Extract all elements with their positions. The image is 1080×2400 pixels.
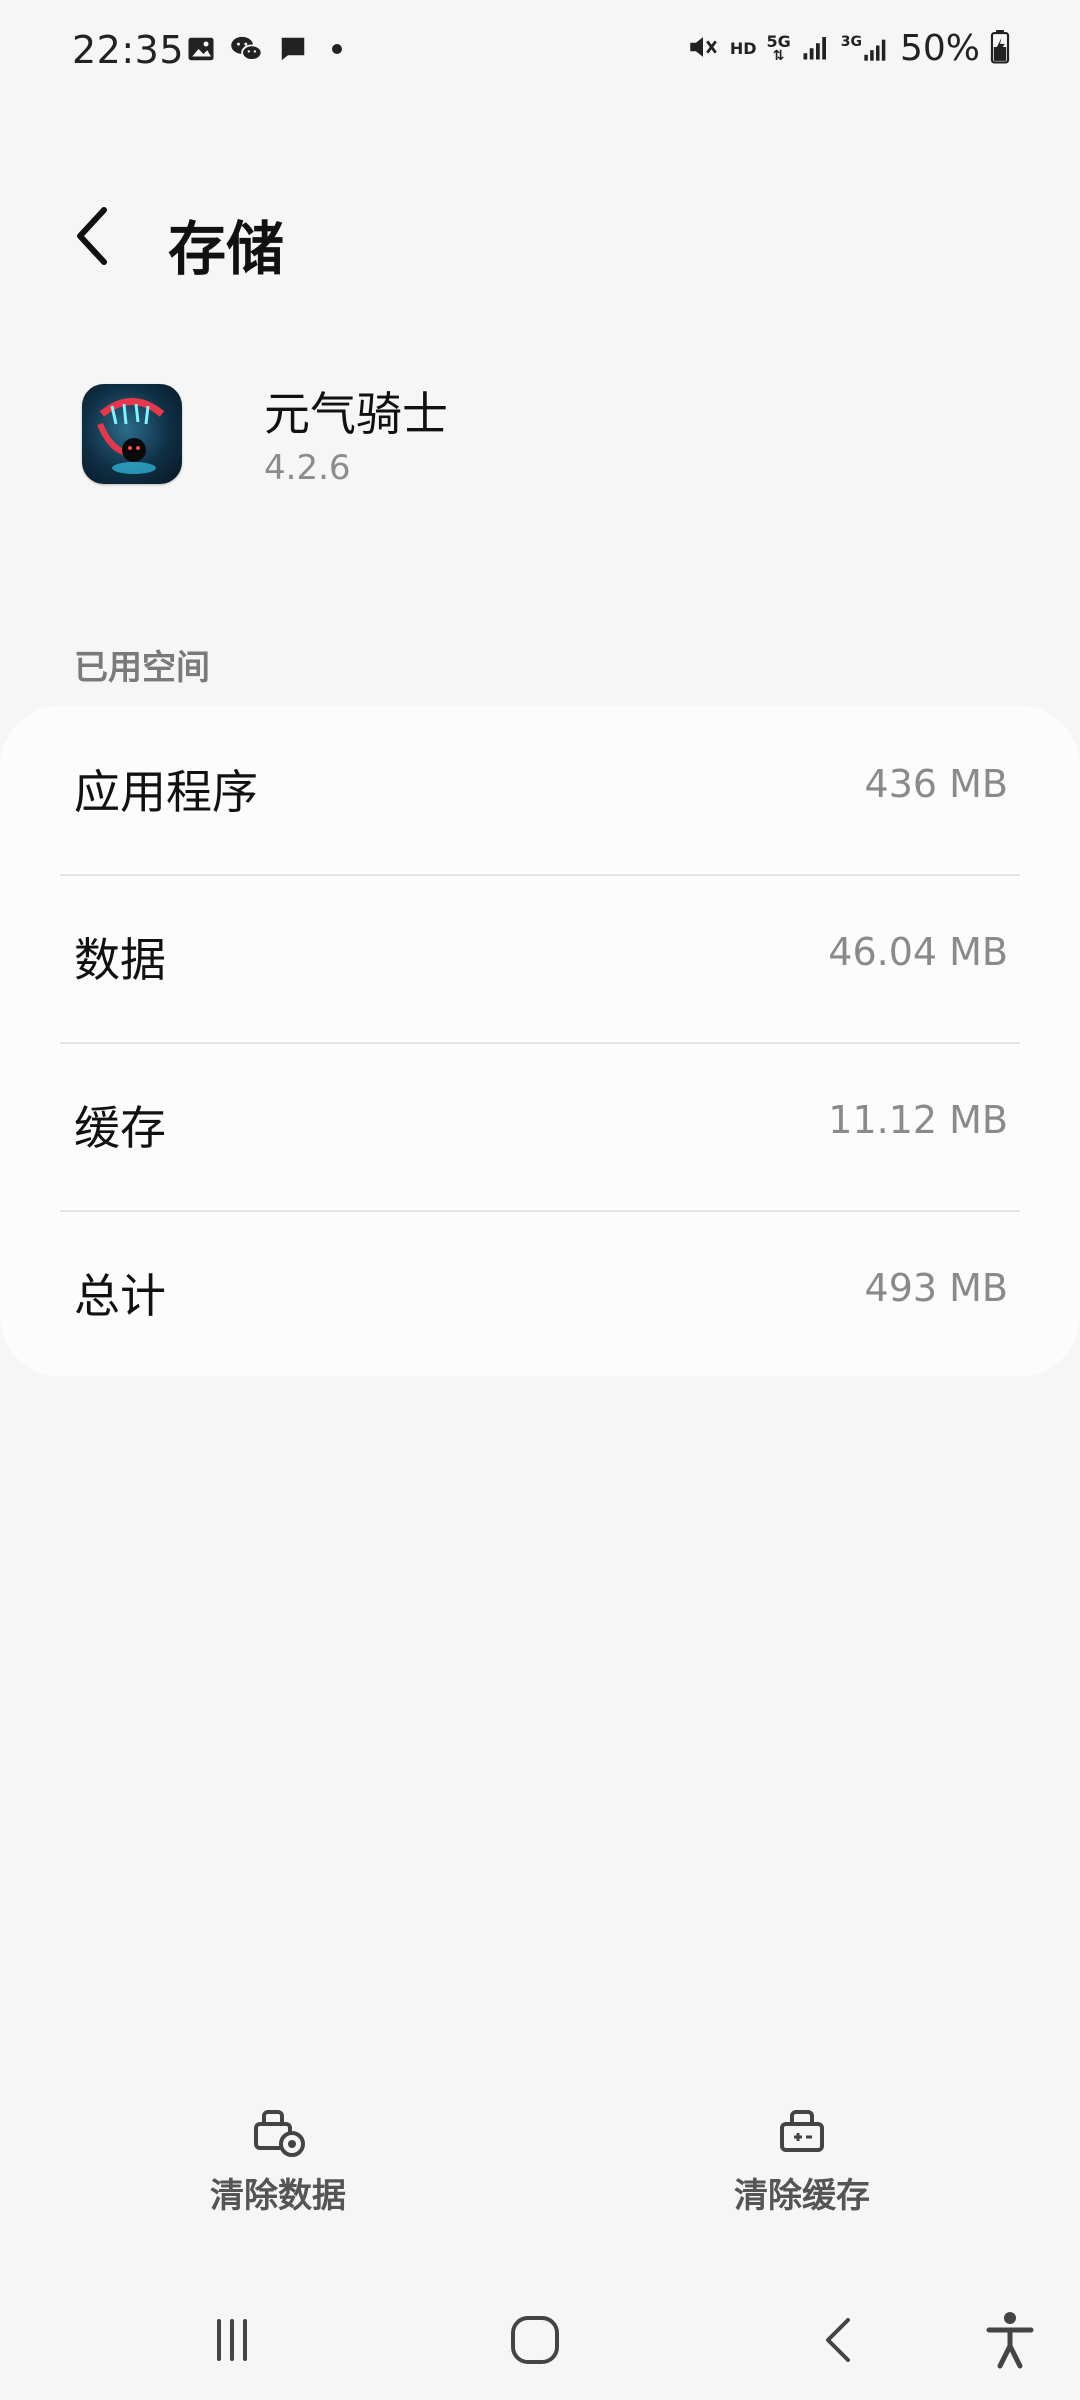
recent-apps-button[interactable] [192,2300,272,2380]
app-version: 4.2.6 [264,448,351,488]
mute-icon [686,30,720,68]
row-value: 11.12 MB [828,1098,1008,1142]
clear-data-button[interactable]: 清除数据 [178,2100,378,2230]
image-icon [186,34,216,68]
battery-percent: 50% [899,28,980,69]
battery-icon [990,29,1010,68]
row-label: 缓存 [74,1101,166,1155]
back-icon [826,2318,850,2362]
3g-signal-icon: 3G [841,34,890,64]
clear-cache-label: 清除缓存 [734,2176,870,2216]
hd-icon: HD [729,39,757,58]
header: 存储 [0,170,1080,300]
storage-row-cache: 缓存 11.12 MB [0,1042,1080,1210]
home-button[interactable] [495,2300,575,2380]
recent-apps-icon [217,2319,247,2361]
signal-icon [801,32,831,66]
home-icon [511,2316,559,2364]
row-label: 总计 [74,1269,166,1323]
clear-data-label: 清除数据 [210,2176,346,2216]
status-right: HD 5G ⇅ 3G 50% [686,28,1010,69]
soul-knight-app-icon [82,384,182,484]
notification-icons [186,34,352,68]
dot-icon [322,34,352,68]
row-value: 46.04 MB [828,930,1008,974]
app-info: 元气骑士 4.2.6 [0,370,1080,510]
wechat-icon [230,34,264,68]
page-title: 存储 [168,215,285,283]
storage-row-data: 数据 46.04 MB [0,874,1080,1042]
nav-bar [0,2280,1080,2400]
5g-icon: 5G ⇅ [766,31,791,64]
row-value: 493 MB [864,1266,1008,1310]
storage-row-total: 总计 493 MB [0,1210,1080,1378]
status-time: 22:35 [72,28,185,72]
clear-data-icon [254,2110,305,2157]
storage-row-app: 应用程序 436 MB [0,706,1080,874]
app-name: 元气骑士 [264,387,448,441]
message-icon [278,34,308,68]
accessibility-icon [986,2312,1034,2369]
storage-card: 应用程序 436 MB 数据 46.04 MB 缓存 11.12 MB 总计 4… [0,706,1080,1376]
section-label: 已用空间 [74,648,210,688]
nav-back-button[interactable] [798,2300,878,2380]
row-value: 436 MB [864,762,1008,806]
clear-cache-button[interactable]: 清除缓存 [702,2100,902,2230]
back-button[interactable] [62,206,122,266]
chevron-left-icon [77,207,107,265]
accessibility-button[interactable] [970,2300,1050,2380]
status-bar: 22:35 HD 5G ⇅ 3G 50% [0,0,1080,110]
row-label: 应用程序 [74,765,258,819]
row-label: 数据 [74,933,166,987]
clear-cache-icon [780,2110,824,2152]
